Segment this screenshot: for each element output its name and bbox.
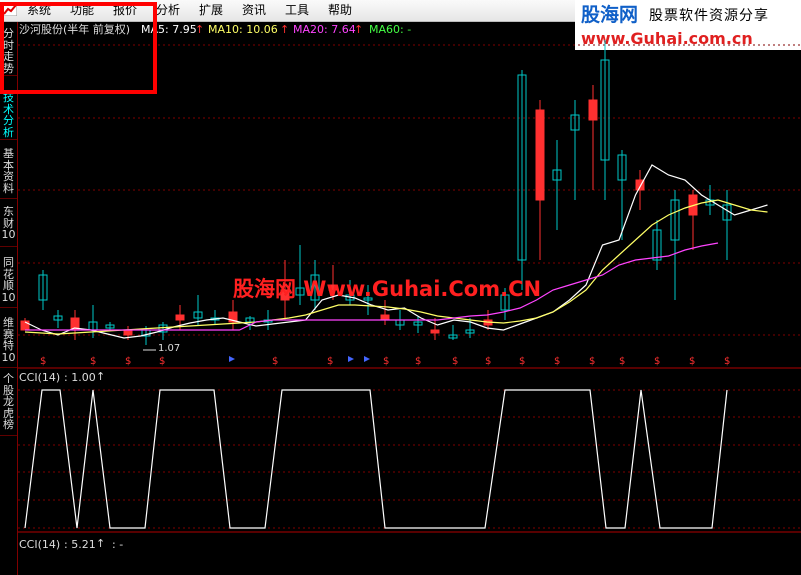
dollar-marker-icon: $ bbox=[125, 356, 131, 367]
stock-name-label: 沙河股份(半年 前复权) bbox=[19, 23, 131, 36]
ma5-label: MA5: 7.95 bbox=[141, 23, 197, 36]
tab-10jqka[interactable]: 同花顺10 bbox=[0, 257, 17, 308]
ma20-up-arrow-icon: ↑ bbox=[354, 23, 364, 36]
dollar-marker-icon: $ bbox=[654, 356, 660, 367]
cci-grid bbox=[18, 389, 801, 529]
candle-body bbox=[175, 314, 185, 321]
dollar-marker-icon: $ bbox=[159, 356, 165, 367]
tab-wisdom10[interactable]: 维赛特10 bbox=[0, 317, 17, 368]
dollar-marker-icon: $ bbox=[485, 356, 491, 367]
tab-technical-analysis[interactable]: 技术分析 bbox=[0, 92, 17, 140]
dollar-marker-icon: $ bbox=[327, 356, 333, 367]
ma60-label: MA60: - bbox=[369, 23, 412, 36]
dollar-marker-icon: $ bbox=[90, 356, 96, 367]
dollar-marker-icon: $ bbox=[589, 356, 595, 367]
event-markers: $ $ $ $ $ $ $ $ $ $ $ $ $ $ $ $ $ bbox=[40, 356, 730, 367]
candle-body bbox=[430, 329, 440, 334]
dollar-marker-icon: $ bbox=[724, 356, 730, 367]
tab-dragon-tiger-list[interactable]: 个股龙虎榜 bbox=[0, 373, 17, 436]
tab-fundamentals[interactable]: 基本资料 bbox=[0, 148, 17, 199]
ma-line-ma10 bbox=[24, 199, 768, 335]
blue-flag-marker-icon bbox=[229, 356, 235, 362]
cci-up-arrow-icon: ↑ bbox=[96, 370, 106, 383]
ma-line-ma5 bbox=[24, 164, 768, 339]
cci-series-line bbox=[24, 389, 728, 529]
candle-body bbox=[380, 314, 390, 321]
tab-intraday[interactable]: 分时走势 bbox=[0, 28, 17, 76]
tab-eastmoney10[interactable]: 东财10 bbox=[0, 206, 17, 247]
dollar-marker-icon: $ bbox=[452, 356, 458, 367]
dollar-marker-icon: $ bbox=[689, 356, 695, 367]
watermark-text: 股海网 Www.Guhai.Com.CN bbox=[233, 277, 542, 301]
left-tab-strip: 分时走势 技术分析 基本资料 东财10 同花顺10 维赛特10 个股龙虎榜 bbox=[0, 22, 18, 575]
dollar-marker-icon: $ bbox=[415, 356, 421, 367]
cci2-value: : 5.21 bbox=[64, 538, 96, 551]
cci-label: CCI(14) bbox=[19, 371, 61, 384]
ma5-up-arrow-icon: ↑ bbox=[195, 23, 205, 36]
dollar-marker-icon: $ bbox=[519, 356, 525, 367]
dollar-marker-icon: $ bbox=[554, 356, 560, 367]
ma20-label: MA20: 7.64 bbox=[293, 23, 356, 36]
dollar-marker-icon: $ bbox=[40, 356, 46, 367]
candle-body bbox=[588, 99, 598, 121]
moving-average-lines bbox=[24, 164, 768, 339]
blue-flag-marker-icon bbox=[348, 356, 354, 362]
candle-body bbox=[535, 109, 545, 201]
candle-body bbox=[123, 329, 133, 336]
cci2-up-arrow-icon: ↑ bbox=[96, 537, 106, 550]
dollar-marker-icon: $ bbox=[383, 356, 389, 367]
dollar-marker-icon: $ bbox=[619, 356, 625, 367]
cci-value: : 1.00 bbox=[64, 371, 96, 384]
ma10-up-arrow-icon: ↑ bbox=[280, 23, 290, 36]
blue-flag-marker-icon bbox=[364, 356, 370, 362]
dollar-marker-icon: $ bbox=[272, 356, 278, 367]
low-price-label: 1.07 bbox=[158, 343, 181, 354]
cci2-extra: : - bbox=[112, 538, 124, 551]
ma10-label: MA10: 10.06 bbox=[208, 23, 278, 36]
cci2-label: CCI(14) bbox=[19, 538, 61, 551]
